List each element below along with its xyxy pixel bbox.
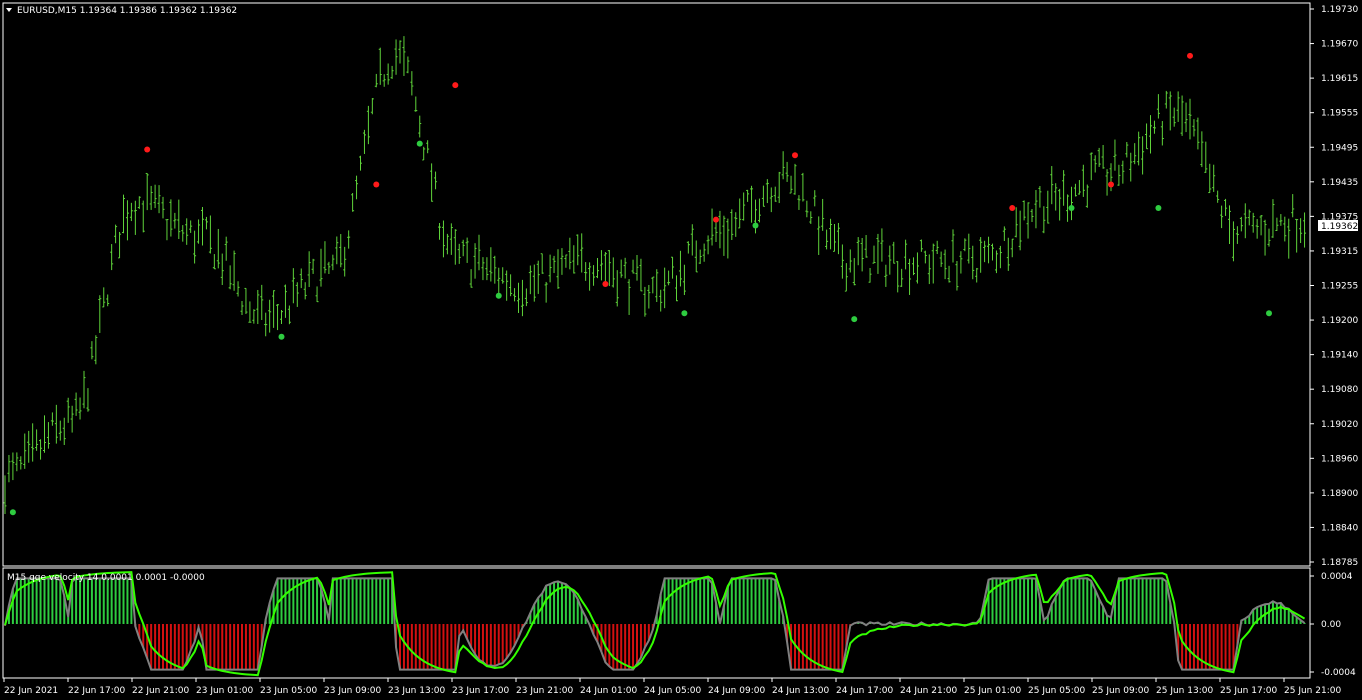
- time-tick-label: 24 Jun 09:00: [708, 686, 765, 696]
- buy-signal-dot: [495, 292, 502, 299]
- price-tick-label: 1.19615: [1321, 74, 1358, 84]
- sell-signal-dot: [1009, 204, 1016, 211]
- time-axis: 22 Jun 2021 22 Jun 17:00 22 Jun 21:00 23 Ju…: [3, 678, 1341, 696]
- price-tick-label: 1.19315: [1321, 247, 1358, 257]
- price-tick-label: 1.18785: [1321, 558, 1358, 568]
- time-tick-label: 24 Jun 05:00: [644, 686, 701, 696]
- buy-signal-dot: [1068, 204, 1075, 211]
- buy-signal-dot: [9, 509, 16, 516]
- price-tick-label: 1.19140: [1321, 351, 1358, 361]
- price-tick-label: 1.18840: [1321, 523, 1358, 533]
- price-bars: [3, 36, 1307, 515]
- sell-signal-dot: [1108, 181, 1114, 188]
- chart-canvas[interactable]: EURUSD,M15 1.19364 1.19386 1.19362 1.193…: [0, 0, 1362, 700]
- indicator-axis: 0.0004 0.00 -0.0004: [1310, 572, 1356, 678]
- buy-signal-dot: [752, 222, 759, 229]
- time-tick-label: 24 Jun 13:00: [772, 686, 829, 696]
- current-price-label: 1.19362: [1321, 222, 1358, 232]
- sell-signal-dot: [792, 152, 798, 159]
- price-tick-label: 1.19080: [1321, 385, 1358, 395]
- time-tick-label: 25 Jun 21:00: [1284, 686, 1341, 696]
- time-tick-label: 23 Jun 05:00: [260, 686, 317, 696]
- price-tick-label: 1.19670: [1321, 40, 1358, 50]
- sell-signal-dot: [713, 216, 719, 223]
- price-tick-label: 1.18900: [1321, 489, 1358, 499]
- time-tick-label: 24 Jun 17:00: [836, 686, 893, 696]
- indicator-tick-label: 0.0004: [1321, 572, 1353, 582]
- time-tick-label: 25 Jun 05:00: [1028, 686, 1085, 696]
- sell-signal-dot: [602, 281, 609, 288]
- sell-signal-dot: [1187, 52, 1193, 59]
- price-tick-label: 1.19255: [1321, 282, 1358, 292]
- indicator-tick-label: -0.0004: [1321, 668, 1356, 678]
- buy-signal-dot: [1266, 310, 1272, 317]
- time-tick-label: 22 Jun 21:00: [132, 686, 189, 696]
- time-tick-label: 23 Jun 09:00: [324, 686, 381, 696]
- symbol-label: EURUSD,M15 1.19364 1.19386 1.19362 1.193…: [17, 6, 237, 16]
- price-tick-label: 1.19200: [1321, 316, 1358, 326]
- time-tick-label: 23 Jun 13:00: [388, 686, 445, 696]
- time-tick-label: 25 Jun 09:00: [1092, 686, 1149, 696]
- buy-signal-dot: [416, 140, 423, 147]
- time-tick-label: 22 Jun 2021: [4, 686, 58, 696]
- price-tick-label: 1.18960: [1321, 454, 1358, 464]
- time-tick-label: 24 Jun 01:00: [580, 686, 637, 696]
- price-tick-label: 1.19495: [1321, 143, 1358, 153]
- time-tick-label: 23 Jun 17:00: [452, 686, 509, 696]
- indicator-tick-label: 0.00: [1321, 620, 1341, 630]
- time-tick-label: 25 Jun 17:00: [1220, 686, 1277, 696]
- price-axis: 1.19730 1.19670 1.19615 1.19555 1.19495 1.194…: [1310, 5, 1358, 568]
- price-tick-label: 1.19555: [1321, 109, 1358, 119]
- buy-signal-dot: [681, 310, 688, 317]
- time-tick-label: 24 Jun 21:00: [900, 686, 957, 696]
- time-tick-label: 25 Jun 13:00: [1156, 686, 1213, 696]
- buy-signal-dot: [851, 316, 858, 323]
- buy-signal-dot: [1155, 204, 1162, 211]
- slow-line: [4, 577, 1306, 671]
- indicator-label: M15 qqe velocity 14 0.0001 0.0001 -0.000…: [7, 573, 205, 583]
- sell-signal-dot: [452, 82, 459, 89]
- sell-signal-dot: [144, 146, 151, 153]
- price-tick-label: 1.19730: [1321, 5, 1358, 15]
- price-tick-label: 1.19020: [1321, 420, 1358, 430]
- time-tick-label: 25 Jun 01:00: [964, 686, 1021, 696]
- time-tick-label: 22 Jun 17:00: [68, 686, 125, 696]
- price-tick-label: 1.19435: [1321, 178, 1358, 188]
- time-tick-label: 23 Jun 01:00: [196, 686, 253, 696]
- indicator-lines: [4, 571, 1306, 677]
- symbol-dropdown-icon[interactable]: [6, 8, 12, 12]
- buy-signal-dot: [278, 333, 285, 340]
- time-tick-label: 23 Jun 21:00: [516, 686, 573, 696]
- sell-signal-dot: [373, 181, 380, 188]
